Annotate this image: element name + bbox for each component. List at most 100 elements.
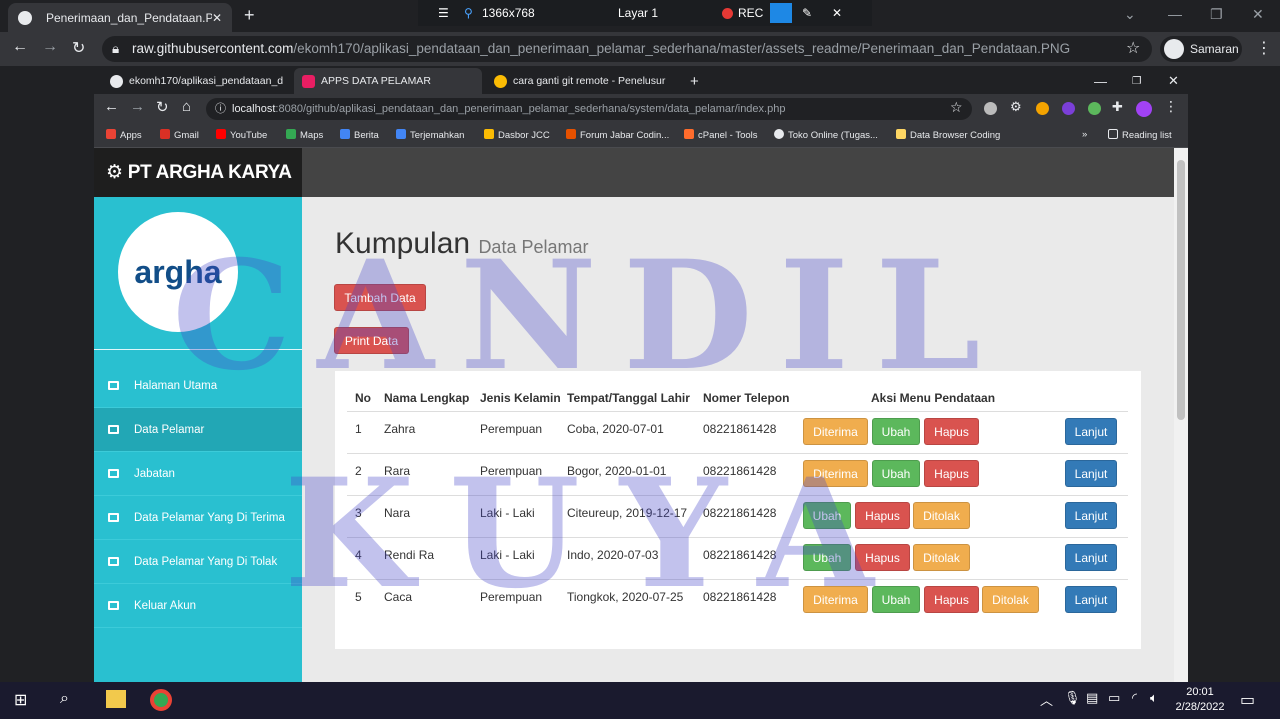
bookmark-forum[interactable]: Forum Jabar Codin... — [566, 129, 669, 141]
keyboard-icon[interactable]: ▤ — [1086, 690, 1098, 706]
extension-icon[interactable] — [1062, 102, 1075, 115]
star-icon[interactable]: ☆ — [950, 99, 963, 116]
more-icon[interactable]: ⋮ — [1164, 98, 1178, 115]
close-icon[interactable]: ✕ — [212, 11, 222, 25]
more-icon[interactable]: ⋮ — [1256, 38, 1272, 58]
forward-icon[interactable]: → — [42, 38, 58, 56]
file-explorer-icon[interactable] — [106, 690, 126, 708]
notification-icon[interactable]: ▭ — [1240, 690, 1255, 710]
delete-button[interactable]: Hapus — [924, 418, 979, 445]
sidebar-item-jabatan[interactable]: Jabatan — [94, 452, 302, 496]
col-jenis-kelamin: Jenis Kelamin — [480, 391, 561, 405]
delete-button[interactable]: Hapus — [924, 460, 979, 487]
next-button[interactable]: Lanjut — [1065, 502, 1117, 529]
speaker-icon[interactable]: 🔈︎ — [1150, 690, 1158, 706]
delete-button[interactable]: Hapus — [855, 544, 910, 571]
scrollbar[interactable] — [1174, 148, 1188, 682]
close-icon[interactable]: ✕ — [1160, 68, 1187, 94]
edit-button[interactable]: Ubah — [872, 586, 920, 613]
new-tab-icon[interactable]: + — [682, 68, 707, 94]
reload-icon[interactable]: ↻ — [156, 98, 169, 116]
restore-icon[interactable]: ❐ — [1124, 68, 1149, 94]
extension-icon[interactable] — [1036, 102, 1049, 115]
minimize-icon[interactable]: — — [1086, 68, 1115, 94]
forward-icon[interactable]: → — [130, 98, 145, 115]
outer-address-bar[interactable]: 🔒︎ raw.githubusercontent.com/ekomh170/ap… — [102, 36, 1152, 62]
bookmark-youtube[interactable]: YouTube — [216, 129, 267, 141]
bookmark-toko[interactable]: Toko Online (Tugas... — [774, 129, 878, 141]
inner-tab-google[interactable]: cara ganti git remote - Penelusur — [486, 68, 672, 94]
recorder-layer[interactable]: Layar 1 — [618, 6, 658, 20]
outer-tab[interactable]: Penerimaan_dan_Pendataan.PNG ✕ — [8, 3, 232, 32]
puzzle-icon[interactable]: ✚ — [1112, 99, 1123, 115]
reload-icon[interactable]: ↻ — [72, 38, 85, 58]
restore-icon[interactable]: ❐ — [1210, 6, 1223, 23]
menu-icon[interactable]: ☰ — [438, 6, 449, 20]
windows-icon[interactable]: ⊞ — [14, 690, 27, 710]
chevron-down-icon[interactable]: ⌄ — [1124, 6, 1136, 23]
chevron-up-icon[interactable]: ︿ — [1040, 690, 1053, 709]
bookmark-jcc[interactable]: Dasbor JCC — [484, 129, 550, 141]
extension-icon[interactable] — [984, 102, 997, 115]
next-button[interactable]: Lanjut — [1065, 418, 1117, 445]
bookmark-gmail[interactable]: Gmail — [160, 129, 199, 141]
next-button[interactable]: Lanjut — [1065, 544, 1117, 571]
reading-list[interactable]: Reading list — [1108, 129, 1172, 141]
mic-icon[interactable]: 🎙︎ — [1064, 690, 1081, 706]
next-button[interactable]: Lanjut — [1065, 586, 1117, 613]
sidebar-item-halaman-utama[interactable]: Halaman Utama — [94, 364, 302, 408]
sidebar-item-diterima[interactable]: Data Pelamar Yang Di Terima — [94, 496, 302, 540]
sidebar-item-data-pelamar[interactable]: Data Pelamar — [94, 408, 302, 452]
clock[interactable]: 20:01 2/28/2022 — [1170, 685, 1230, 715]
star-icon[interactable]: ☆ — [1126, 38, 1140, 58]
next-button[interactable]: Lanjut — [1065, 460, 1117, 487]
print-data-button[interactable]: Print Data — [334, 327, 409, 354]
sidebar-item-logout[interactable]: Keluar Akun — [94, 584, 302, 628]
edit-button[interactable]: Ubah — [803, 544, 851, 571]
bookmark-maps[interactable]: Maps — [286, 129, 323, 141]
delete-button[interactable]: Hapus — [924, 586, 979, 613]
recorder-rec[interactable]: REC — [738, 6, 763, 20]
inner-tab-github[interactable]: ekomh170/aplikasi_pendataan_d — [102, 68, 290, 94]
cell-birth: Bogor, 2020-01-01 — [567, 464, 667, 478]
window-close-icon[interactable]: ✕ — [1252, 6, 1264, 23]
scrollbar-thumb[interactable] — [1177, 160, 1185, 420]
reject-button[interactable]: Ditolak — [913, 502, 970, 529]
pen-icon[interactable]: ✎ — [802, 6, 812, 20]
home-icon[interactable]: ⌂ — [182, 98, 191, 115]
app-brand[interactable]: ⚙ PT ARGHA KARYA — [94, 148, 302, 197]
extension-icon[interactable] — [1088, 102, 1101, 115]
bookmark-data-browser[interactable]: Data Browser Coding — [896, 129, 1000, 141]
edit-button[interactable]: Ubah — [872, 418, 920, 445]
edit-button[interactable]: Ubah — [803, 502, 851, 529]
profile-button[interactable]: Samaran — [1160, 36, 1242, 62]
bookmark-translate[interactable]: Terjemahkan — [396, 129, 464, 141]
accept-button[interactable]: Diterima — [803, 586, 868, 613]
accept-button[interactable]: Diterima — [803, 460, 868, 487]
sidebar-item-ditolak[interactable]: Data Pelamar Yang Di Tolak — [94, 540, 302, 584]
minimize-icon[interactable]: — — [1168, 6, 1182, 22]
recorder-close-icon[interactable]: ✕ — [832, 6, 842, 20]
back-icon[interactable]: ← — [12, 38, 28, 56]
chevron-more-icon[interactable]: » — [1082, 129, 1087, 140]
battery-icon[interactable]: ▭ — [1108, 690, 1120, 706]
edit-button[interactable]: Ubah — [872, 460, 920, 487]
back-icon[interactable]: ← — [104, 98, 119, 115]
bookmark-apps[interactable]: Apps — [106, 129, 142, 141]
chrome-icon[interactable] — [150, 689, 172, 711]
wifi-icon[interactable]: ◜ — [1132, 690, 1137, 706]
reject-button[interactable]: Ditolak — [982, 586, 1039, 613]
new-tab-icon[interactable]: + — [244, 5, 255, 26]
inner-tab-apps[interactable]: APPS DATA PELAMAR — [294, 68, 482, 94]
accept-button[interactable]: Diterima — [803, 418, 868, 445]
search-icon[interactable]: ⌕ — [60, 690, 69, 708]
bookmark-cpanel[interactable]: cPanel - Tools — [684, 129, 758, 141]
recorder-mode-icon[interactable] — [770, 3, 792, 23]
inner-address-bar[interactable]: ⓘ localhost:8080/github/aplikasi_pendata… — [206, 98, 972, 120]
reject-button[interactable]: Ditolak — [913, 544, 970, 571]
delete-button[interactable]: Hapus — [855, 502, 910, 529]
add-data-button[interactable]: Tambah Data — [334, 284, 426, 311]
bookmark-berita[interactable]: Berita — [340, 129, 379, 141]
gear-icon[interactable]: ⚙ — [1010, 99, 1022, 115]
avatar[interactable] — [1136, 101, 1152, 117]
